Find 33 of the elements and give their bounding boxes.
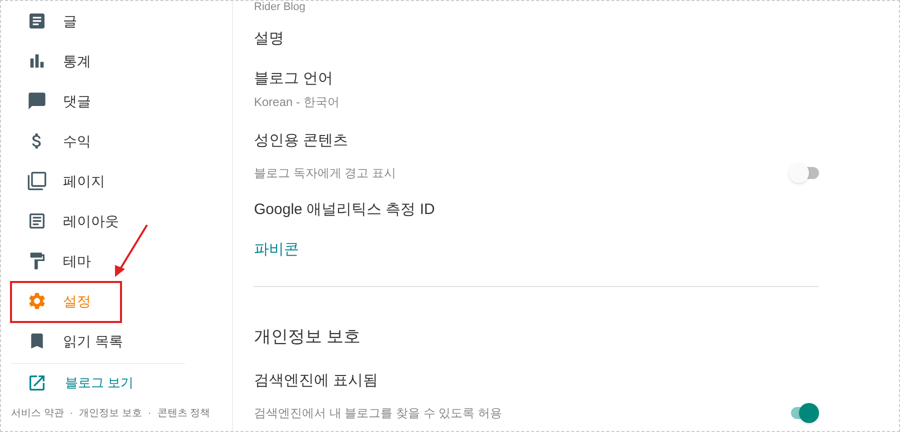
setting-title: 검색엔진에 표시됨 xyxy=(254,371,380,391)
setting-title: Google 애널리틱스 측정 ID xyxy=(254,200,436,220)
setting-title: 블로그 언어 xyxy=(254,69,334,89)
separator-dot: · xyxy=(148,407,152,421)
setting-title: 설명 xyxy=(254,29,285,49)
setting-description: 검색엔진에서 내 블로그를 찾을 수 있도록 허용 xyxy=(254,405,502,422)
comment-icon xyxy=(27,91,47,111)
sidebar-item[interactable]: 수익 xyxy=(1,121,232,161)
setting-value: Korean - 한국어 xyxy=(254,94,340,111)
sidebar-item[interactable]: 글 xyxy=(1,1,232,41)
external-link-icon xyxy=(27,373,47,393)
view-blog-link[interactable]: 블로그 보기 xyxy=(1,364,232,402)
settings-icon xyxy=(27,291,47,311)
layout-icon xyxy=(27,211,47,231)
toggle-switch[interactable] xyxy=(789,163,819,183)
sidebar-item[interactable]: 페이지 xyxy=(1,161,232,201)
favicon-link[interactable]: 파비콘 xyxy=(254,240,819,260)
document-icon xyxy=(27,11,47,31)
sidebar-item[interactable]: 통계 xyxy=(1,41,232,81)
sidebar-item[interactable]: 댓글 xyxy=(1,81,232,121)
pages-icon xyxy=(27,171,47,191)
footer-link[interactable]: 개인정보 보호 xyxy=(79,406,142,421)
separator-dot: · xyxy=(70,407,74,421)
setting-description: 블로그 독자에게 경고 표시 xyxy=(254,165,396,182)
setting-title: 성인용 콘텐츠 xyxy=(254,131,350,151)
sidebar-item[interactable]: 테마 xyxy=(1,241,232,281)
footer-link[interactable]: 서비스 약관 xyxy=(11,406,64,421)
sidebar-item[interactable]: 레이아웃 xyxy=(1,201,232,241)
blog-title-value: Rider Blog xyxy=(254,1,306,13)
toggle-switch[interactable] xyxy=(789,403,819,423)
sidebar-item[interactable]: 읽기 목록 xyxy=(1,321,232,361)
section-title: 개인정보 보호 xyxy=(254,326,362,348)
footer-link[interactable]: 콘텐츠 정책 xyxy=(157,406,210,421)
